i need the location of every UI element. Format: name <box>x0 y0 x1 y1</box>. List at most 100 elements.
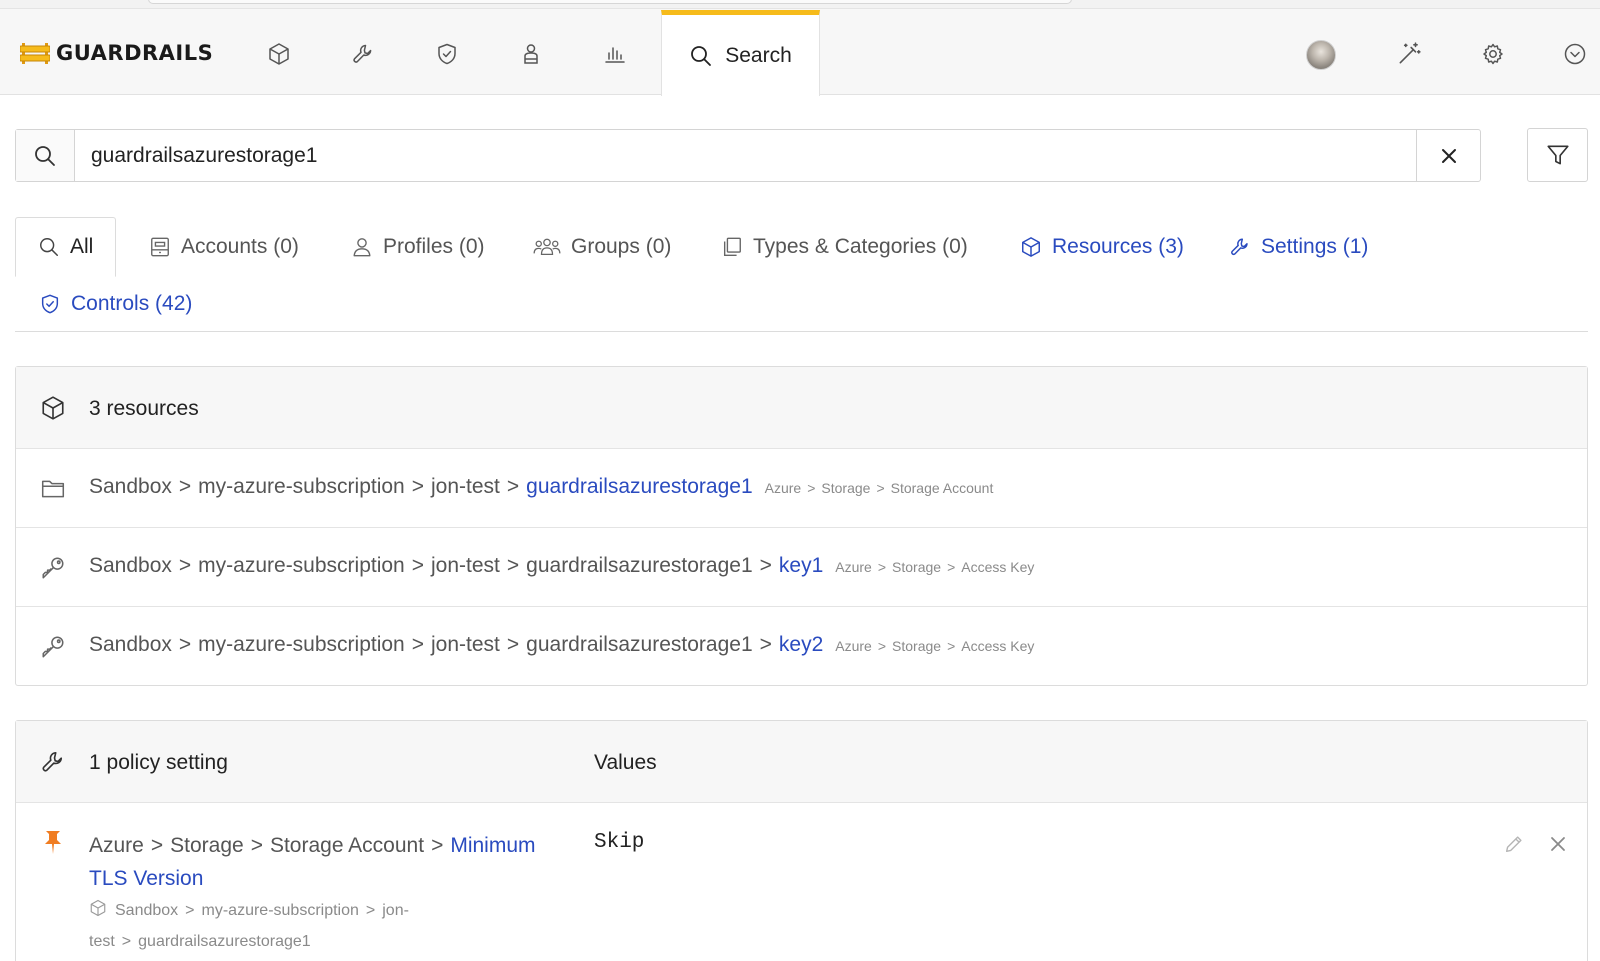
search-icon <box>16 130 75 181</box>
wrench-icon <box>1229 236 1251 258</box>
tab-label: Profiles (0) <box>383 235 485 258</box>
crumb[interactable]: my-azure-subscription <box>198 475 405 499</box>
wrench-icon <box>40 749 66 775</box>
resources-panel: 3 resources Sandbox > my-azure-subscripti… <box>15 366 1588 686</box>
tab-accounts[interactable]: Accounts (0) <box>149 228 299 266</box>
tab-label: Controls (42) <box>71 292 193 315</box>
resource-path: Sandbox > my-azure-subscription > jon-test… <box>89 633 1035 657</box>
policy-setting-path: Azure > Storage > Storage Account > Minimum TL… <box>89 834 536 890</box>
shield-check-icon <box>39 293 61 315</box>
resource-type: Azure > Storage > Access Key <box>835 559 1035 575</box>
close-icon <box>1440 147 1458 165</box>
crumb[interactable]: my-azure-subscription <box>198 554 405 578</box>
crumb[interactable]: guardrailsazurestorage1 <box>526 633 752 657</box>
tab-search-label: Search <box>725 43 792 67</box>
resource-row: Sandbox > my-azure-subscription > jon-test… <box>16 607 1587 686</box>
search-bar <box>15 129 1481 182</box>
nav-reports-bar-chart-icon[interactable] <box>600 39 630 69</box>
crumb[interactable]: jon-test <box>431 475 500 499</box>
nav-controls-shield-icon[interactable] <box>432 39 462 69</box>
search-icon <box>38 236 60 258</box>
magic-wand-icon[interactable] <box>1394 39 1424 69</box>
logo[interactable]: GUARDRAILS <box>20 39 213 67</box>
account-icon <box>149 236 171 258</box>
key-icon <box>40 555 66 581</box>
resource-path: Sandbox > my-azure-subscription > jon-test… <box>89 475 994 499</box>
resource-type: Azure > Storage > Storage Account <box>764 480 994 496</box>
search-result-tabs: All Accounts (0) Profiles (0) Groups (0)… <box>15 217 1588 332</box>
policy-settings-panel: 1 policy setting Values Azure > Storage > St… <box>15 720 1588 961</box>
nav-user-badge-icon[interactable] <box>516 39 546 69</box>
resource-path: Sandbox > my-azure-subscription > jon-test… <box>89 554 1035 578</box>
policy-actions <box>1503 833 1567 855</box>
avatar[interactable] <box>1306 40 1336 70</box>
tab-controls[interactable]: Controls (42) <box>39 285 192 323</box>
nav-settings-wrench-icon[interactable] <box>348 39 378 69</box>
search-input[interactable] <box>75 130 1418 181</box>
resource-link[interactable]: key2 <box>779 633 823 657</box>
pin-icon <box>42 829 64 855</box>
clear-search-button[interactable] <box>1416 130 1480 181</box>
types-icon <box>721 236 743 258</box>
tab-all[interactable]: All <box>15 217 117 277</box>
crumb[interactable]: my-azure-subscription <box>198 633 405 657</box>
search-icon <box>689 44 713 68</box>
tab-label: Groups (0) <box>571 235 672 258</box>
cube-icon <box>1020 236 1042 258</box>
browser-address-bar-edge <box>148 0 1072 4</box>
policy-resource-path: Sandbox > my-azure-subscription > jon-test > g… <box>89 895 509 957</box>
top-navbar: GUARDRAILS Search <box>0 9 1600 96</box>
gear-icon[interactable] <box>1478 39 1508 69</box>
tab-resources[interactable]: Resources (3) <box>1020 228 1184 266</box>
crumb[interactable]: Storage Account <box>270 834 424 857</box>
crumb[interactable]: Sandbox <box>89 554 172 578</box>
policy-count: 1 policy setting <box>89 751 228 774</box>
resource-row: Sandbox > my-azure-subscription > jon-test… <box>16 528 1587 607</box>
nav-resources-cube-icon[interactable] <box>264 39 294 69</box>
resource-link[interactable]: guardrailsazurestorage1 <box>526 475 752 499</box>
tab-label: Accounts (0) <box>181 235 299 258</box>
tab-search[interactable]: Search <box>661 10 820 96</box>
resource-row: Sandbox > my-azure-subscription > jon-test… <box>16 449 1587 528</box>
tab-profiles[interactable]: Profiles (0) <box>351 228 485 266</box>
tab-label: All <box>70 235 94 258</box>
tab-types-categories[interactable]: Types & Categories (0) <box>721 228 968 266</box>
brand-name: GUARDRAILS <box>56 41 214 65</box>
resources-count: 3 resources <box>89 397 199 420</box>
guardrails-logo-icon <box>20 40 50 66</box>
values-column-header: Values <box>594 751 657 774</box>
filter-icon <box>1545 142 1571 168</box>
policy-setting-row: Azure > Storage > Storage Account > Minimum TL… <box>16 803 1587 961</box>
crumb[interactable]: Sandbox <box>115 902 178 919</box>
groups-icon <box>533 236 561 258</box>
filter-button[interactable] <box>1527 128 1588 182</box>
crumb[interactable]: guardrailsazurestorage1 <box>138 933 311 950</box>
cube-icon <box>89 899 107 917</box>
policy-panel-header: 1 policy setting Values <box>16 721 1587 803</box>
tab-groups[interactable]: Groups (0) <box>533 228 671 266</box>
crumb[interactable]: Storage <box>170 834 244 857</box>
chevron-down-circle-icon[interactable] <box>1560 39 1590 69</box>
tab-label: Types & Categories (0) <box>753 235 968 258</box>
crumb[interactable]: my-azure-subscription <box>202 902 359 919</box>
crumb[interactable]: Azure <box>89 834 144 857</box>
browser-top-strip <box>0 0 1600 9</box>
crumb[interactable]: Sandbox <box>89 475 172 499</box>
crumb[interactable]: jon-test <box>431 633 500 657</box>
edit-pencil-icon[interactable] <box>1503 833 1525 855</box>
profile-icon <box>351 236 373 258</box>
tab-settings[interactable]: Settings (1) <box>1229 228 1368 266</box>
crumb[interactable]: guardrailsazurestorage1 <box>526 554 752 578</box>
crumb[interactable]: Sandbox <box>89 633 172 657</box>
folder-icon <box>40 476 66 502</box>
policy-value: Skip <box>594 831 645 854</box>
cube-icon <box>40 395 66 421</box>
resource-type: Azure > Storage > Access Key <box>835 638 1035 654</box>
crumb[interactable]: jon-test <box>431 554 500 578</box>
key-icon <box>40 634 66 660</box>
resources-panel-header: 3 resources <box>16 367 1587 449</box>
tab-label: Resources (3) <box>1052 235 1184 258</box>
tab-label: Settings (1) <box>1261 235 1369 258</box>
delete-close-icon[interactable] <box>1549 835 1567 853</box>
resource-link[interactable]: key1 <box>779 554 823 578</box>
